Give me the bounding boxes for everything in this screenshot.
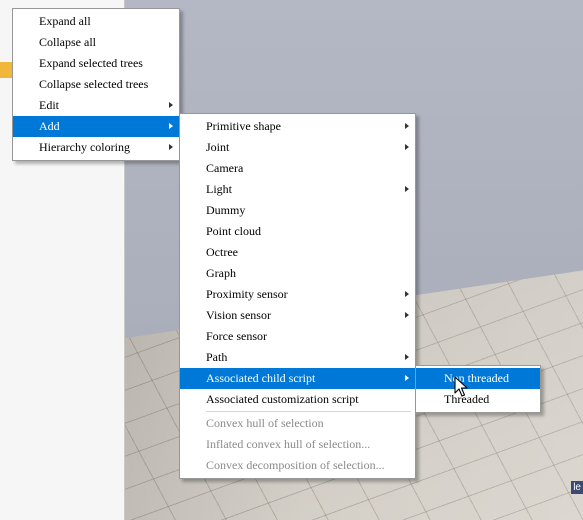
menu-item-point-cloud[interactable]: Point cloud	[180, 221, 415, 242]
menu-item-graph[interactable]: Graph	[180, 263, 415, 284]
submenu-arrow-icon	[405, 375, 409, 381]
menu-item-label: Dummy	[206, 203, 246, 217]
menu-item-label: Collapse all	[39, 35, 96, 49]
menu-item-collapse-selected-trees[interactable]: Collapse selected trees	[13, 74, 179, 95]
menu-item-label: Path	[206, 350, 228, 364]
menu-item-force-sensor[interactable]: Force sensor	[180, 326, 415, 347]
menu-item-label: Expand selected trees	[39, 56, 143, 70]
scene-corner-label: le	[571, 481, 583, 494]
menu-item-dummy[interactable]: Dummy	[180, 200, 415, 221]
hierarchy-context-menu: Expand all Collapse all Expand selected …	[12, 8, 180, 161]
menu-item-associated-child-script[interactable]: Associated child script	[180, 368, 415, 389]
menu-item-expand-all[interactable]: Expand all	[13, 11, 179, 32]
submenu-arrow-icon	[169, 102, 173, 108]
menu-item-label: Expand all	[39, 14, 91, 28]
submenu-arrow-icon	[405, 312, 409, 318]
menu-item-edit[interactable]: Edit	[13, 95, 179, 116]
menu-item-primitive-shape[interactable]: Primitive shape	[180, 116, 415, 137]
menu-item-add[interactable]: Add	[13, 116, 179, 137]
menu-item-label: Convex hull of selection	[206, 416, 324, 430]
menu-item-label: Inflated convex hull of selection...	[206, 437, 371, 451]
submenu-arrow-icon	[405, 123, 409, 129]
menu-item-light[interactable]: Light	[180, 179, 415, 200]
menu-item-label: Hierarchy coloring	[39, 140, 130, 154]
menu-item-label: Octree	[206, 245, 238, 259]
menu-item-path[interactable]: Path	[180, 347, 415, 368]
menu-item-octree[interactable]: Octree	[180, 242, 415, 263]
menu-item-label: Joint	[206, 140, 230, 154]
menu-item-hierarchy-coloring[interactable]: Hierarchy coloring	[13, 137, 179, 158]
menu-item-label: Force sensor	[206, 329, 267, 343]
menu-item-proximity-sensor[interactable]: Proximity sensor	[180, 284, 415, 305]
submenu-arrow-icon	[405, 144, 409, 150]
menu-item-label: Associated customization script	[206, 392, 359, 406]
menu-item-label: Collapse selected trees	[39, 77, 149, 91]
menu-item-convex-hull: Convex hull of selection	[180, 413, 415, 434]
menu-item-label: Primitive shape	[206, 119, 281, 133]
menu-item-label: Associated child script	[206, 371, 316, 385]
menu-item-label: Vision sensor	[206, 308, 271, 322]
menu-item-collapse-all[interactable]: Collapse all	[13, 32, 179, 53]
menu-item-label: Light	[206, 182, 232, 196]
menu-item-non-threaded[interactable]: Non threaded	[416, 368, 540, 389]
menu-item-label: Edit	[39, 98, 59, 112]
menu-item-camera[interactable]: Camera	[180, 158, 415, 179]
menu-item-label: Convex decomposition of selection...	[206, 458, 385, 472]
menu-item-label: Graph	[206, 266, 236, 280]
menu-item-associated-customization-script[interactable]: Associated customization script	[180, 389, 415, 410]
menu-item-vision-sensor[interactable]: Vision sensor	[180, 305, 415, 326]
menu-separator	[206, 411, 411, 412]
mouse-pointer-icon	[454, 376, 468, 397]
menu-item-label: Point cloud	[206, 224, 262, 238]
submenu-arrow-icon	[405, 354, 409, 360]
menu-item-label: Proximity sensor	[206, 287, 288, 301]
child-script-submenu: Non threaded Threaded	[415, 365, 541, 413]
add-submenu: Primitive shape Joint Camera Light Dummy…	[179, 113, 416, 479]
submenu-arrow-icon	[405, 291, 409, 297]
menu-item-label: Add	[39, 119, 60, 133]
menu-item-inflated-convex-hull: Inflated convex hull of selection...	[180, 434, 415, 455]
submenu-arrow-icon	[405, 186, 409, 192]
menu-item-label: Camera	[206, 161, 244, 175]
submenu-arrow-icon	[169, 123, 173, 129]
menu-item-joint[interactable]: Joint	[180, 137, 415, 158]
menu-item-threaded[interactable]: Threaded	[416, 389, 540, 410]
menu-item-convex-decomposition: Convex decomposition of selection...	[180, 455, 415, 476]
submenu-arrow-icon	[169, 144, 173, 150]
menu-item-expand-selected-trees[interactable]: Expand selected trees	[13, 53, 179, 74]
